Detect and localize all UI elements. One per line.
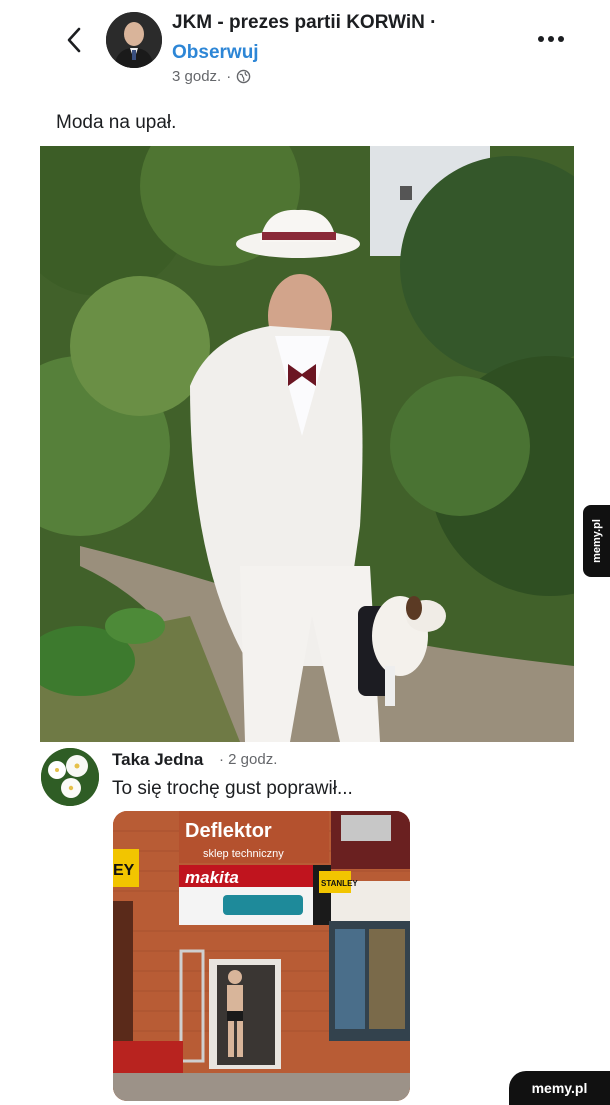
follow-button[interactable]: Obserwuj <box>172 42 259 64</box>
comment-text: To się trochę gust poprawił... <box>112 778 353 799</box>
store-sign-sub: sklep techniczny <box>203 848 284 860</box>
comment-photo[interactable]: Deflektor sklep techniczny makita STANLE… <box>113 811 410 1101</box>
post-meta: 3 godz. · <box>172 68 251 85</box>
comment-time: · 2 godz. <box>219 751 278 768</box>
chevron-left-icon <box>67 27 81 53</box>
store-yellow-sign-right: STANLEY <box>321 879 358 888</box>
post-time: 3 godz. <box>172 68 222 85</box>
watermark-bottom-label: memy.pl <box>531 1080 588 1096</box>
post-author-name[interactable]: JKM - prezes partii KORWiN · <box>172 12 436 34</box>
commenter-avatar[interactable] <box>41 748 99 806</box>
watermark-side-label: memy.pl <box>590 519 603 563</box>
globe-icon <box>236 69 251 84</box>
post-caption: Moda na upał. <box>56 112 177 133</box>
more-options-button[interactable] <box>534 28 568 50</box>
comment-author-name[interactable]: Taka Jedna <box>112 750 203 770</box>
author-avatar[interactable] <box>106 12 162 68</box>
watermark-bottom: memy.pl <box>509 1071 610 1105</box>
store-brand-banner: makita <box>185 868 239 887</box>
meta-separator: · <box>226 68 232 85</box>
back-button[interactable] <box>60 24 88 56</box>
store-yellow-sign-left: EY <box>113 862 135 879</box>
post-photo[interactable] <box>40 146 574 742</box>
more-horizontal-icon <box>538 36 564 42</box>
store-sign-main: Deflektor <box>185 820 272 842</box>
watermark-side: memy.pl <box>583 505 610 577</box>
